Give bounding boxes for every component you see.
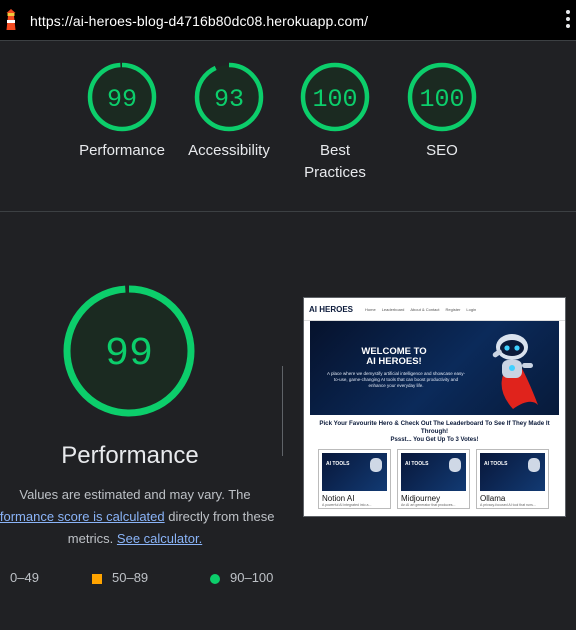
thumb-hero-title-line2: AI HEROES! — [366, 356, 422, 367]
thumb-nav-link: Home — [365, 306, 376, 312]
gauge-seo[interactable]: 100 SEO — [397, 62, 487, 162]
thumb-card-name: Ollama — [480, 494, 506, 503]
legend-average: 50–89 — [92, 570, 148, 585]
thumb-hero-subtitle: A place where we demystify artificial in… — [326, 371, 466, 388]
gauge-label: Accessibility — [188, 142, 270, 159]
gauge-score: 93 — [214, 85, 244, 114]
gauge-label-line2: Practices — [304, 164, 366, 181]
url-bar: https://ai-heroes-blog-d4716b80dc08.hero… — [0, 0, 576, 41]
thumb-cta-line2: Through! — [420, 428, 449, 435]
thumb-cta-votes: Pssst... You Get Up To 3 Votes! — [390, 437, 479, 443]
thumb-card-tag: AI TOOLS — [484, 461, 508, 467]
thumb-card: AI TOOLS Midjourney An AI art generator … — [397, 449, 470, 509]
thumb-nav-link: Register — [445, 306, 461, 312]
gauge-label: Best Practices — [290, 140, 380, 184]
performance-description: Values are estimated and may vary. The r… — [0, 484, 280, 550]
thumb-card-image: AI TOOLS — [480, 453, 545, 491]
gauge-label-line1: Best — [319, 142, 350, 159]
thumb-card-tag: AI TOOLS — [326, 461, 350, 467]
gauge-label: Performance — [79, 142, 165, 159]
thumb-brand: AI HEROES — [309, 304, 354, 314]
thumb-card-desc: A privacy-focused AI tool that runs... — [480, 503, 536, 507]
page-url[interactable]: https://ai-heroes-blog-d4716b80dc08.hero… — [30, 13, 368, 29]
legend-fail: 0–49 — [0, 570, 39, 585]
robot-icon — [370, 458, 382, 472]
legend-range: 90–100 — [230, 570, 274, 585]
thumb-card-row: AI TOOLS Notion AI A powerful AI integra… — [304, 444, 565, 509]
section-divider — [0, 211, 576, 212]
thumb-cta-text: Pick Your Favourite Hero & Check Out The… — [304, 420, 565, 436]
performance-score-large: 99 — [105, 332, 153, 377]
thumb-card-image: AI TOOLS — [401, 453, 466, 491]
thumb-card-name: Midjourney — [401, 494, 441, 503]
desc-line3: metrics. — [67, 531, 117, 546]
gauge-score: 100 — [419, 85, 464, 114]
performance-gauge-large: 99 — [63, 285, 195, 417]
legend-pass: 90–100 — [210, 570, 273, 585]
thumb-navbar: AI HEROES Home Leaderboard About & Conta… — [304, 298, 565, 321]
desc-line1: Values are estimated and may vary. The — [19, 487, 251, 502]
thumb-card: AI TOOLS Notion AI A powerful AI integra… — [318, 449, 391, 509]
lighthouse-icon — [6, 9, 16, 30]
average-square-icon — [92, 573, 102, 584]
thumb-card-desc: An AI art generator that produces... — [401, 503, 456, 507]
thumb-card-tag: AI TOOLS — [405, 461, 429, 467]
gauge-accessibility[interactable]: 93 Accessibility — [184, 62, 274, 162]
gauge-score: 100 — [312, 85, 357, 114]
thumb-card-name: Notion AI — [322, 494, 355, 503]
pass-circle-icon — [210, 573, 220, 584]
thumb-hero-title: WELCOME TO AI HEROES! — [338, 347, 450, 367]
thumb-nav-link: Login — [466, 306, 477, 312]
robot-icon — [528, 458, 540, 472]
page-screenshot-thumbnail[interactable]: AI HEROES Home Leaderboard About & Conta… — [303, 297, 566, 517]
thumb-cta-line1: Pick Your Favourite Hero & Check Out The… — [319, 420, 550, 427]
thumb-card: AI TOOLS Ollama A privacy-focused AI too… — [476, 449, 549, 509]
see-calculator-link[interactable]: See calculator. — [117, 531, 202, 546]
desc-line2: directly from these — [164, 509, 275, 524]
gauge-ring: 100 — [407, 62, 477, 132]
gauge-label: SEO — [426, 142, 458, 159]
legend-range: 50–89 — [112, 570, 149, 585]
score-calc-link[interactable]: rformance score is calculated — [0, 509, 165, 524]
legend-range: 0–49 — [10, 570, 39, 585]
thumb-card-image: AI TOOLS — [322, 453, 387, 491]
robot-icon — [449, 458, 461, 472]
gauge-ring: 99 — [87, 62, 157, 132]
more-options-icon[interactable] — [566, 10, 570, 30]
thumb-card-desc: A powerful AI integrated into a... — [322, 503, 372, 507]
thumb-nav-link: About & Contact — [410, 306, 440, 312]
gauge-ring: 93 — [194, 62, 264, 132]
gauge-performance[interactable]: 99 Performance — [77, 62, 167, 162]
robot-hero-icon — [492, 334, 538, 409]
performance-title: Performance — [61, 442, 199, 469]
gauge-best-practices[interactable]: 100 Best Practices — [290, 62, 380, 184]
thumb-nav-link: Leaderboard — [381, 306, 405, 312]
gauge-ring: 100 — [300, 62, 370, 132]
vertical-divider — [282, 366, 283, 456]
gauge-score: 99 — [107, 85, 137, 114]
thumb-hero-banner: WELCOME TO AI HEROES! A place where we d… — [310, 321, 559, 415]
